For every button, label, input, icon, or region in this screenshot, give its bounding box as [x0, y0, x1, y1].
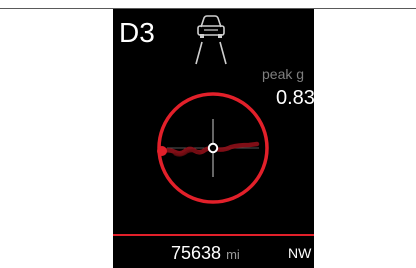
peak-g-label: peak g [262, 66, 305, 82]
peak-g-value: 0.83 [276, 87, 314, 109]
g-current-position-marker [207, 142, 219, 154]
odometer: 75638 mi [171, 243, 240, 265]
bottom-red-divider [113, 234, 314, 236]
compass-heading: NW [288, 245, 312, 261]
gear-indicator: D3 [119, 17, 155, 48]
gauge-screen: D3 peak g 0.83 75638 mi NW [113, 9, 314, 268]
g-trail-end-dot [157, 146, 167, 156]
g-force-meter [157, 92, 269, 204]
car-front-lane-icon [195, 15, 227, 65]
odometer-value: 75638 [171, 243, 222, 263]
odometer-unit: mi [226, 247, 240, 262]
